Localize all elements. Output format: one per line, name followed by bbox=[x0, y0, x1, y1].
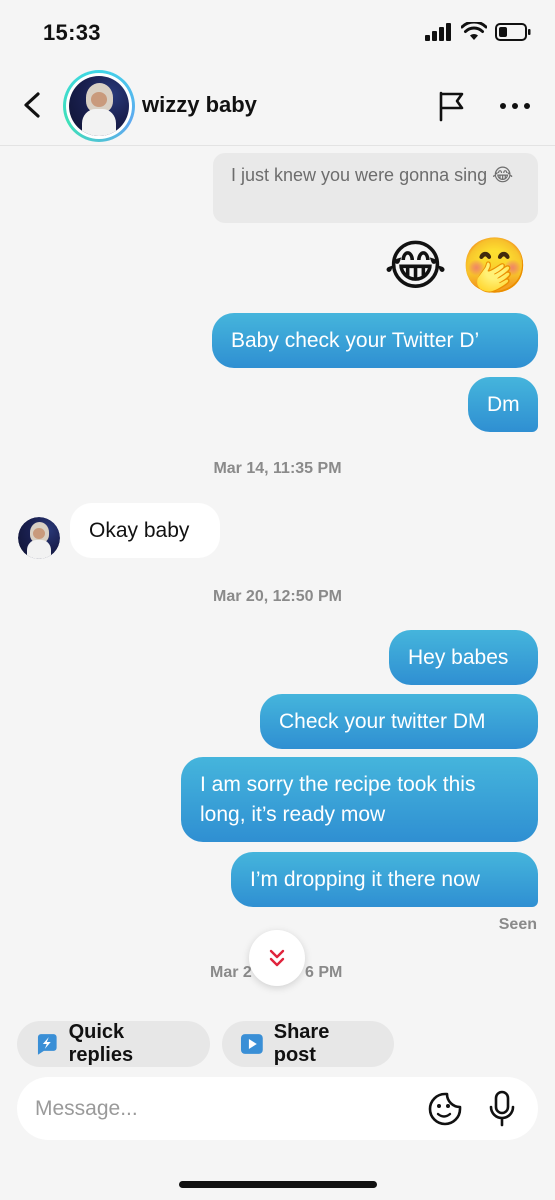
cellular-signal-icon bbox=[425, 22, 451, 41]
timestamp: Mar 20, 12:50 PM bbox=[213, 588, 342, 605]
timestamp-left: Mar 2 bbox=[210, 964, 252, 981]
incoming-message[interactable]: Okay baby bbox=[70, 503, 220, 558]
outgoing-message[interactable]: Baby check your Twitter D’ bbox=[212, 313, 538, 368]
back-arrow-icon[interactable] bbox=[18, 88, 48, 122]
seen-receipt: Seen bbox=[498, 916, 537, 933]
message-text: Hey babes bbox=[408, 645, 509, 669]
scroll-to-bottom-button[interactable] bbox=[249, 930, 305, 986]
timestamp: Mar 14, 11:35 PM bbox=[213, 460, 342, 477]
microphone-icon[interactable] bbox=[487, 1090, 517, 1128]
avatar-image bbox=[18, 517, 60, 559]
outgoing-message[interactable]: I’m dropping it there now bbox=[231, 852, 538, 907]
quick-replies-label: Quick replies bbox=[68, 1021, 134, 1066]
chat-header: wizzy baby bbox=[0, 64, 555, 146]
message-text: Okay baby bbox=[89, 518, 190, 542]
status-icons bbox=[425, 22, 531, 41]
share-post-label: Share post bbox=[273, 1021, 330, 1066]
sender-avatar[interactable] bbox=[18, 517, 60, 559]
wifi-icon bbox=[461, 22, 487, 40]
contact-avatar[interactable] bbox=[63, 70, 135, 142]
quoted-message: I just knew you were gonna sing 😂 bbox=[213, 153, 538, 223]
quick-replies-button[interactable]: Quick replies bbox=[17, 1021, 210, 1067]
battery-icon bbox=[495, 22, 531, 41]
sticker-icon[interactable] bbox=[427, 1091, 463, 1127]
outgoing-message[interactable]: Dm bbox=[468, 377, 538, 432]
more-options-icon[interactable] bbox=[498, 96, 532, 116]
quick-reply-lightning-icon bbox=[37, 1034, 57, 1055]
timestamp-right: 6 PM bbox=[305, 964, 343, 981]
message-text: I am sorry the recipe took this long, it… bbox=[200, 772, 476, 826]
message-text: Check your twitter DM bbox=[279, 709, 486, 733]
outgoing-message[interactable]: Hey babes bbox=[389, 630, 538, 685]
message-text: Dm bbox=[487, 392, 520, 416]
contact-name[interactable]: wizzy baby bbox=[142, 92, 257, 118]
outgoing-message[interactable]: I am sorry the recipe took this long, it… bbox=[181, 757, 538, 842]
home-indicator bbox=[179, 1181, 377, 1188]
status-bar: 15:33 bbox=[0, 0, 555, 64]
share-post-button[interactable]: Share post bbox=[222, 1021, 394, 1067]
message-composer bbox=[17, 1077, 538, 1140]
message-text: Baby check your Twitter D’ bbox=[231, 328, 480, 352]
emoji-message-laughing: 😂 bbox=[384, 236, 448, 296]
emoji-message-hand-over-mouth: 🤭 bbox=[461, 236, 529, 296]
flag-icon[interactable] bbox=[436, 90, 468, 122]
message-input[interactable] bbox=[35, 1077, 415, 1140]
message-text: I’m dropping it there now bbox=[250, 867, 480, 891]
quoted-message-text: I just knew you were gonna sing 😂 bbox=[231, 165, 514, 185]
outgoing-message[interactable]: Check your twitter DM bbox=[260, 694, 538, 749]
share-post-play-icon bbox=[240, 1034, 263, 1054]
status-time: 15:33 bbox=[43, 20, 101, 45]
double-chevron-down-icon bbox=[269, 949, 285, 967]
avatar-image bbox=[69, 76, 129, 136]
